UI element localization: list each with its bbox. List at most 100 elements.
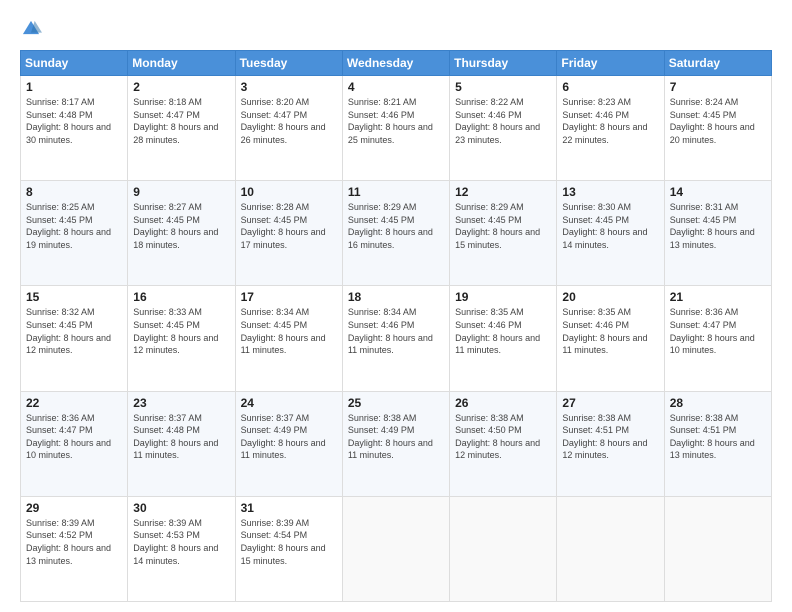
day-number: 10 — [241, 185, 337, 199]
calendar-cell: 4Sunrise: 8:21 AMSunset: 4:46 PMDaylight… — [342, 76, 449, 181]
calendar-cell: 12Sunrise: 8:29 AMSunset: 4:45 PMDayligh… — [450, 181, 557, 286]
calendar-header-row: SundayMondayTuesdayWednesdayThursdayFrid… — [21, 51, 772, 76]
day-number: 23 — [133, 396, 229, 410]
calendar-cell: 3Sunrise: 8:20 AMSunset: 4:47 PMDaylight… — [235, 76, 342, 181]
calendar-day-header: Thursday — [450, 51, 557, 76]
calendar-cell: 22 Sunrise: 8:36 AMSunset: 4:47 PMDayligh… — [21, 391, 128, 496]
calendar-cell: 25 Sunrise: 8:38 AMSunset: 4:49 PMDayligh… — [342, 391, 449, 496]
calendar-cell: 7Sunrise: 8:24 AMSunset: 4:45 PMDaylight… — [664, 76, 771, 181]
calendar-cell: 11 Sunrise: 8:29 AMSunset: 4:45 PMDayligh… — [342, 181, 449, 286]
day-info: Sunrise: 8:38 AMSunset: 4:50 PMDaylight:… — [455, 412, 551, 462]
day-info: Sunrise: 8:29 AMSunset: 4:45 PMDaylight:… — [455, 201, 551, 251]
day-info: Sunrise: 8:23 AMSunset: 4:46 PMDaylight:… — [562, 96, 658, 146]
day-number: 1 — [26, 80, 122, 94]
day-info: Sunrise: 8:18 AMSunset: 4:47 PMDaylight:… — [133, 96, 229, 146]
day-info: Sunrise: 8:32 AMSunset: 4:45 PMDaylight:… — [26, 306, 122, 356]
day-info: Sunrise: 8:36 AMSunset: 4:47 PMDaylight:… — [670, 306, 766, 356]
day-info: Sunrise: 8:27 AMSunset: 4:45 PMDaylight:… — [133, 201, 229, 251]
calendar-day-header: Monday — [128, 51, 235, 76]
day-info: Sunrise: 8:25 AMSunset: 4:45 PMDaylight:… — [26, 201, 122, 251]
day-info: Sunrise: 8:22 AMSunset: 4:46 PMDaylight:… — [455, 96, 551, 146]
day-info: Sunrise: 8:37 AMSunset: 4:49 PMDaylight:… — [241, 412, 337, 462]
day-number: 11 — [348, 185, 444, 199]
day-info: Sunrise: 8:35 AMSunset: 4:46 PMDaylight:… — [562, 306, 658, 356]
calendar-cell: 17 Sunrise: 8:34 AMSunset: 4:45 PMDayligh… — [235, 286, 342, 391]
calendar-cell: 30 Sunrise: 8:39 AMSunset: 4:53 PMDayligh… — [128, 496, 235, 601]
calendar-cell: 29 Sunrise: 8:39 AMSunset: 4:52 PMDayligh… — [21, 496, 128, 601]
calendar-cell: 18 Sunrise: 8:34 AMSunset: 4:46 PMDayligh… — [342, 286, 449, 391]
day-number: 26 — [455, 396, 551, 410]
logo-icon — [20, 18, 42, 40]
day-number: 19 — [455, 290, 551, 304]
calendar-cell: 8 Sunrise: 8:25 AMSunset: 4:45 PMDaylight… — [21, 181, 128, 286]
calendar-cell — [664, 496, 771, 601]
day-number: 15 — [26, 290, 122, 304]
day-number: 31 — [241, 501, 337, 515]
calendar-cell: 27Sunrise: 8:38 AMSunset: 4:51 PMDayligh… — [557, 391, 664, 496]
calendar-cell — [450, 496, 557, 601]
day-number: 29 — [26, 501, 122, 515]
calendar-cell: 21 Sunrise: 8:36 AMSunset: 4:47 PMDayligh… — [664, 286, 771, 391]
day-number: 21 — [670, 290, 766, 304]
day-number: 24 — [241, 396, 337, 410]
day-number: 30 — [133, 501, 229, 515]
day-info: Sunrise: 8:36 AMSunset: 4:47 PMDaylight:… — [26, 412, 122, 462]
calendar-cell: 1 Sunrise: 8:17 AMSunset: 4:48 PMDaylight… — [21, 76, 128, 181]
calendar-table: SundayMondayTuesdayWednesdayThursdayFrid… — [20, 50, 772, 602]
day-number: 6 — [562, 80, 658, 94]
day-number: 25 — [348, 396, 444, 410]
day-number: 13 — [562, 185, 658, 199]
day-info: Sunrise: 8:38 AMSunset: 4:51 PMDaylight:… — [562, 412, 658, 462]
calendar-cell: 20 Sunrise: 8:35 AMSunset: 4:46 PMDayligh… — [557, 286, 664, 391]
day-number: 16 — [133, 290, 229, 304]
calendar-cell: 15 Sunrise: 8:32 AMSunset: 4:45 PMDayligh… — [21, 286, 128, 391]
day-number: 8 — [26, 185, 122, 199]
calendar-day-header: Friday — [557, 51, 664, 76]
calendar-day-header: Sunday — [21, 51, 128, 76]
calendar-cell: 19 Sunrise: 8:35 AMSunset: 4:46 PMDayligh… — [450, 286, 557, 391]
calendar-day-header: Tuesday — [235, 51, 342, 76]
day-info: Sunrise: 8:34 AMSunset: 4:45 PMDaylight:… — [241, 306, 337, 356]
day-info: Sunrise: 8:37 AMSunset: 4:48 PMDaylight:… — [133, 412, 229, 462]
calendar-day-header: Saturday — [664, 51, 771, 76]
day-number: 17 — [241, 290, 337, 304]
calendar-cell: 23 Sunrise: 8:37 AMSunset: 4:48 PMDayligh… — [128, 391, 235, 496]
page: SundayMondayTuesdayWednesdayThursdayFrid… — [0, 0, 792, 612]
day-number: 5 — [455, 80, 551, 94]
day-info: Sunrise: 8:38 AMSunset: 4:49 PMDaylight:… — [348, 412, 444, 462]
day-number: 22 — [26, 396, 122, 410]
day-number: 14 — [670, 185, 766, 199]
calendar-cell: 2Sunrise: 8:18 AMSunset: 4:47 PMDaylight… — [128, 76, 235, 181]
day-info: Sunrise: 8:39 AMSunset: 4:52 PMDaylight:… — [26, 517, 122, 567]
calendar-cell: 6 Sunrise: 8:23 AMSunset: 4:46 PMDaylight… — [557, 76, 664, 181]
calendar-cell: 13 Sunrise: 8:30 AMSunset: 4:45 PMDayligh… — [557, 181, 664, 286]
day-info: Sunrise: 8:24 AMSunset: 4:45 PMDaylight:… — [670, 96, 766, 146]
day-number: 3 — [241, 80, 337, 94]
day-number: 18 — [348, 290, 444, 304]
calendar-cell: 31 Sunrise: 8:39 AMSunset: 4:54 PMDayligh… — [235, 496, 342, 601]
header — [20, 18, 772, 40]
calendar-cell: 14 Sunrise: 8:31 AMSunset: 4:45 PMDayligh… — [664, 181, 771, 286]
day-info: Sunrise: 8:29 AMSunset: 4:45 PMDaylight:… — [348, 201, 444, 251]
calendar-week-row: 15 Sunrise: 8:32 AMSunset: 4:45 PMDayligh… — [21, 286, 772, 391]
day-info: Sunrise: 8:38 AMSunset: 4:51 PMDaylight:… — [670, 412, 766, 462]
day-info: Sunrise: 8:39 AMSunset: 4:53 PMDaylight:… — [133, 517, 229, 567]
calendar-cell: 5 Sunrise: 8:22 AMSunset: 4:46 PMDaylight… — [450, 76, 557, 181]
calendar-cell: 26 Sunrise: 8:38 AMSunset: 4:50 PMDayligh… — [450, 391, 557, 496]
day-info: Sunrise: 8:21 AMSunset: 4:46 PMDaylight:… — [348, 96, 444, 146]
day-info: Sunrise: 8:34 AMSunset: 4:46 PMDaylight:… — [348, 306, 444, 356]
day-info: Sunrise: 8:39 AMSunset: 4:54 PMDaylight:… — [241, 517, 337, 567]
day-number: 20 — [562, 290, 658, 304]
calendar-cell: 28 Sunrise: 8:38 AMSunset: 4:51 PMDayligh… — [664, 391, 771, 496]
day-info: Sunrise: 8:28 AMSunset: 4:45 PMDaylight:… — [241, 201, 337, 251]
calendar-cell — [557, 496, 664, 601]
day-info: Sunrise: 8:35 AMSunset: 4:46 PMDaylight:… — [455, 306, 551, 356]
calendar-cell: 10 Sunrise: 8:28 AMSunset: 4:45 PMDayligh… — [235, 181, 342, 286]
calendar-cell — [342, 496, 449, 601]
day-number: 28 — [670, 396, 766, 410]
day-info: Sunrise: 8:17 AMSunset: 4:48 PMDaylight:… — [26, 96, 122, 146]
day-number: 9 — [133, 185, 229, 199]
calendar-cell: 24 Sunrise: 8:37 AMSunset: 4:49 PMDayligh… — [235, 391, 342, 496]
day-info: Sunrise: 8:30 AMSunset: 4:45 PMDaylight:… — [562, 201, 658, 251]
day-info: Sunrise: 8:31 AMSunset: 4:45 PMDaylight:… — [670, 201, 766, 251]
